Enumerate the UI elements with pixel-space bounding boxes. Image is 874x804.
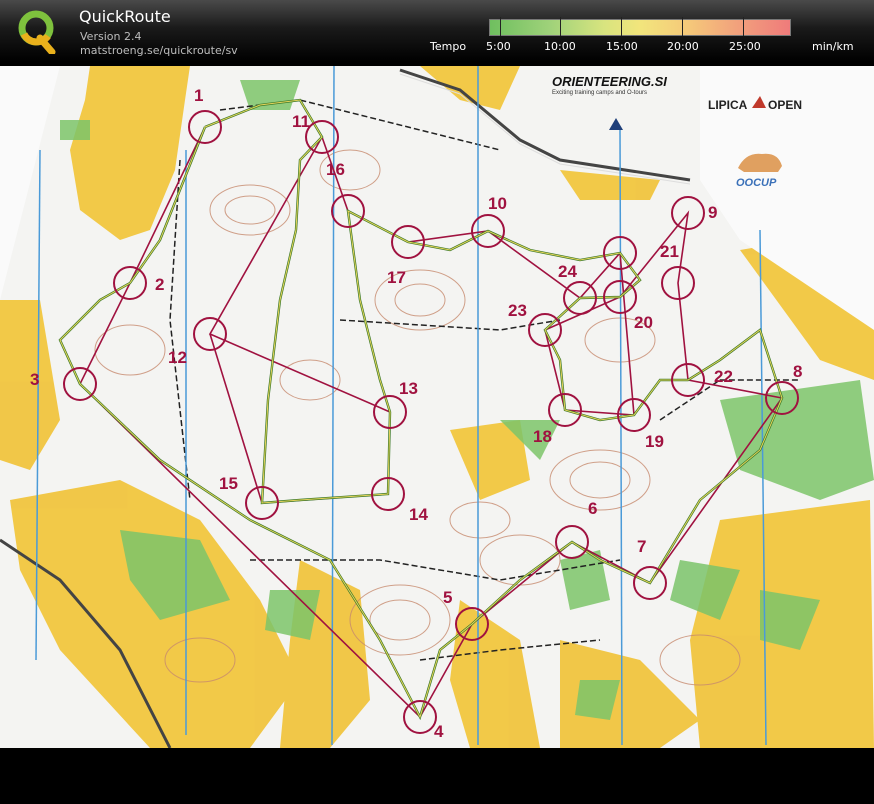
tempo-tick xyxy=(743,17,744,36)
control-number: 21 xyxy=(660,242,679,261)
tempo-tick xyxy=(621,17,622,36)
control-number: 10 xyxy=(488,194,507,213)
control-number: 2 xyxy=(155,275,164,294)
control-number: 17 xyxy=(387,268,406,287)
control-number: 8 xyxy=(793,362,802,381)
tempo-unit-label: min/km xyxy=(812,40,854,53)
tempo-tick xyxy=(500,17,501,36)
app-url[interactable]: matstroeng.se/quickroute/sv xyxy=(80,44,238,57)
orienteering-map[interactable]: 1 2 3 4 5 6 7 8 9 10 11 12 13 14 15 16 1… xyxy=(0,66,874,748)
control-number: 7 xyxy=(637,537,646,556)
control-number: 16 xyxy=(326,160,345,179)
app-header: QuickRoute Version 2.4 matstroeng.se/qui… xyxy=(0,0,874,62)
control-number: 18 xyxy=(533,427,552,446)
open-text: OPEN xyxy=(768,98,802,112)
orienteering-si-title: ORIENTEERING.SI xyxy=(552,74,667,89)
tempo-color-scale xyxy=(489,19,791,36)
control-number: 13 xyxy=(399,379,418,398)
tempo-tick xyxy=(560,17,561,36)
app-title: QuickRoute xyxy=(79,7,171,26)
tempo-scale-label: 25:00 xyxy=(729,40,761,53)
lipica-text: LIPICA xyxy=(708,98,748,112)
control-number: 22 xyxy=(714,367,733,386)
control-number: 9 xyxy=(708,203,717,222)
control-number: 3 xyxy=(30,370,39,389)
control-number: 4 xyxy=(434,722,444,741)
control-number: 20 xyxy=(634,313,653,332)
control-number: 19 xyxy=(645,432,664,451)
control-number: 15 xyxy=(219,474,238,493)
control-number: 1 xyxy=(194,86,203,105)
tempo-label: Tempo xyxy=(430,40,467,53)
control-number: 6 xyxy=(588,499,597,518)
tempo-scale-label: 10:00 xyxy=(544,40,576,53)
control-number: 12 xyxy=(168,348,187,367)
tempo-scale-label: 5:00 xyxy=(486,40,511,53)
control-number: 24 xyxy=(558,262,577,281)
control-number: 5 xyxy=(443,588,452,607)
control-number: 11 xyxy=(292,112,310,131)
control-number: 23 xyxy=(508,301,527,320)
orienteering-si-subtitle: Exciting training camps and O-tours xyxy=(552,90,647,96)
oocup-text: OOCUP xyxy=(736,177,777,189)
app-version: Version 2.4 xyxy=(80,30,142,43)
tempo-tick xyxy=(682,17,683,36)
map-canvas[interactable]: 1 2 3 4 5 6 7 8 9 10 11 12 13 14 15 16 1… xyxy=(0,66,874,748)
footer-bar xyxy=(0,748,874,804)
quickroute-logo-icon xyxy=(18,10,56,54)
control-number: 14 xyxy=(409,505,428,524)
tempo-scale-label: 20:00 xyxy=(667,40,699,53)
tempo-scale-label: 15:00 xyxy=(606,40,638,53)
